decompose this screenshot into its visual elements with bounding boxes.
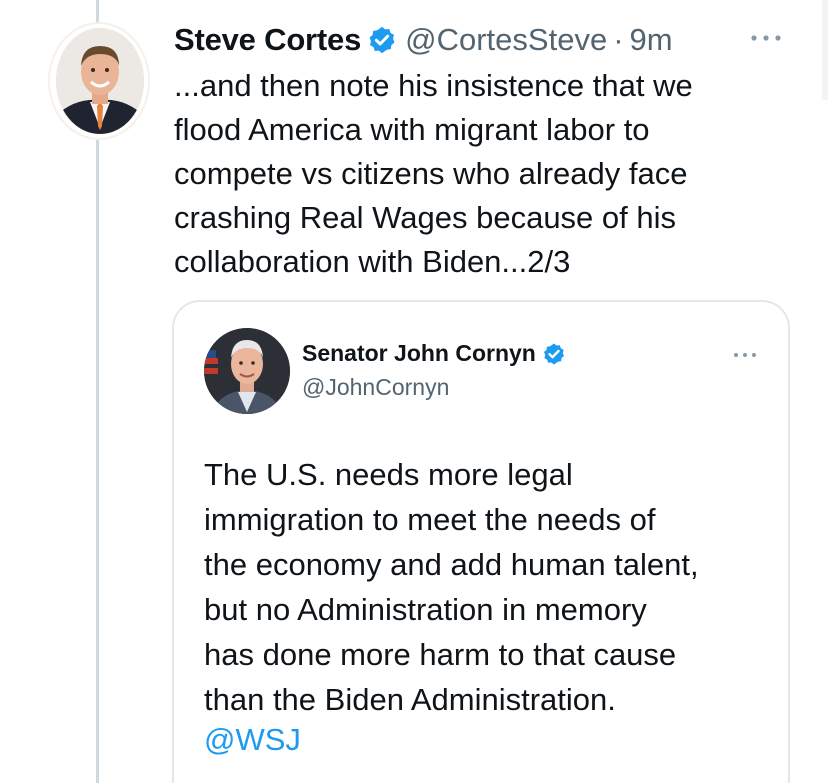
separator-dot: · — [613, 22, 624, 57]
quoted-tweet-text: The U.S. needs more legal immigration to… — [204, 457, 699, 717]
tweet-screen: Steve Cortes @CortesSteve · 9m ...and th… — [0, 0, 828, 783]
quoted-author-name[interactable]: Senator John Cornyn — [302, 340, 536, 367]
tweet-timestamp[interactable]: 9m — [630, 22, 673, 58]
more-options-icon[interactable] — [748, 28, 784, 48]
author-handle[interactable]: @CortesSteve — [405, 22, 607, 58]
author-name[interactable]: Steve Cortes — [174, 22, 361, 58]
tweet-header: Steve Cortes @CortesSteve · 9m — [174, 18, 673, 62]
scroll-edge — [822, 0, 828, 100]
quoted-tweet-card[interactable]: Senator John Cornyn @JohnCornyn The U.S.… — [172, 300, 790, 783]
person-avatar-image — [56, 28, 144, 134]
quoted-author-avatar[interactable] — [204, 328, 290, 414]
verified-badge-icon — [543, 343, 564, 364]
quoted-author-row: Senator John Cornyn — [302, 340, 566, 367]
quoted-author-handle[interactable]: @JohnCornyn — [302, 374, 449, 401]
more-options-icon[interactable] — [732, 348, 758, 362]
mention-link[interactable]: @WSJ — [204, 722, 301, 758]
tweet-text: ...and then note his insistence that we … — [174, 68, 693, 279]
author-avatar[interactable] — [48, 22, 150, 140]
verified-badge-icon — [369, 26, 395, 54]
